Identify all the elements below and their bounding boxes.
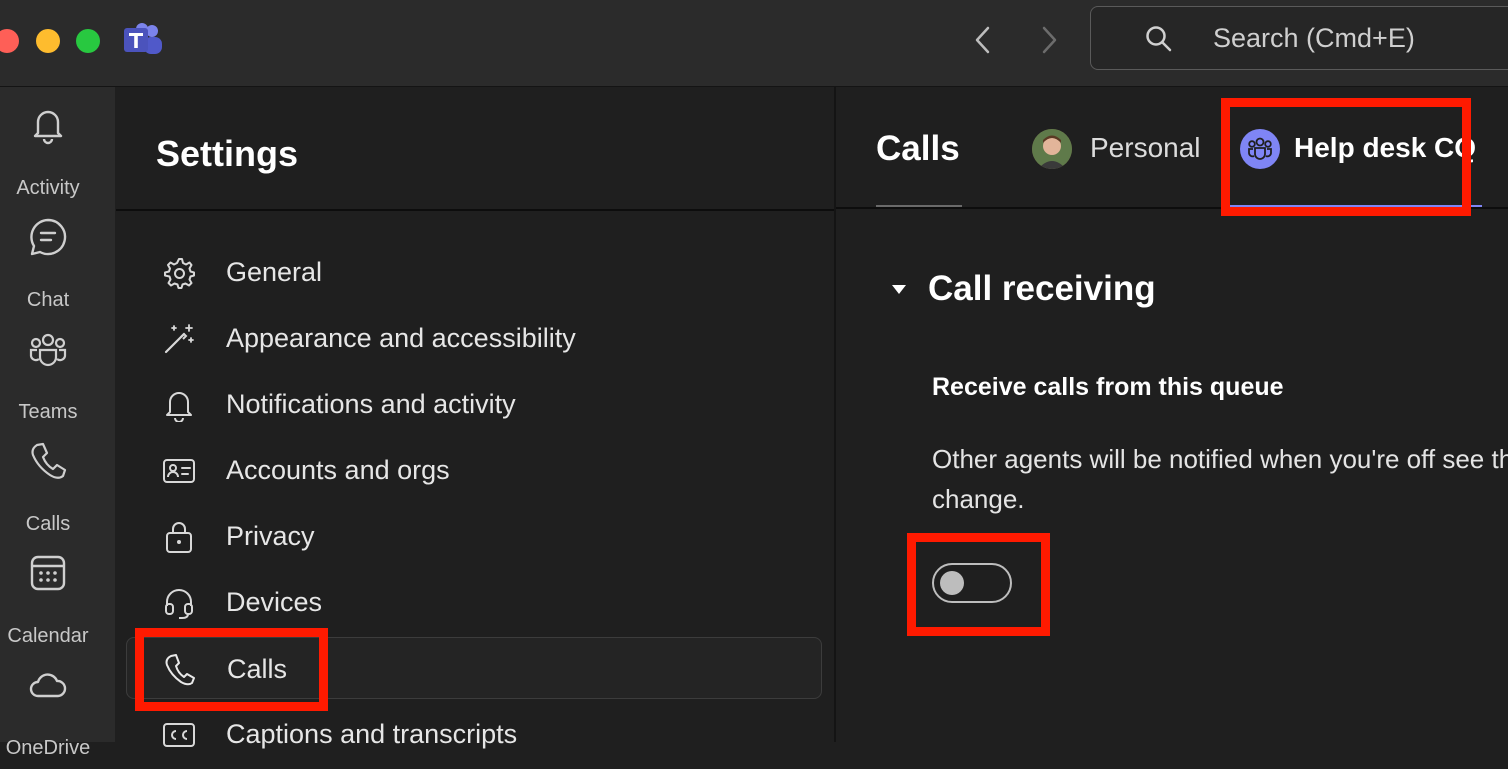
settings-item-label: Notifications and activity <box>226 389 516 419</box>
settings-item-devices[interactable]: Devices <box>126 571 822 633</box>
bell-icon <box>162 388 196 422</box>
id-card-icon <box>162 454 196 488</box>
rail-item-chat[interactable]: Chat <box>0 217 96 321</box>
back-arrow-icon[interactable] <box>970 24 996 56</box>
settings-item-appearance[interactable]: Appearance and accessibility <box>126 307 822 369</box>
rail-label: Activity <box>16 177 80 199</box>
rail-item-calls[interactable]: Calls <box>0 441 96 545</box>
search-placeholder: Search (Cmd+E) <box>1213 23 1415 53</box>
cc-icon <box>162 718 196 752</box>
section-title[interactable]: Call receiving <box>928 269 1156 309</box>
settings-item-accounts[interactable]: Accounts and orgs <box>126 439 822 501</box>
highlight-box-help-desk-tab <box>1221 98 1471 216</box>
rail-label: OneDrive <box>5 737 91 759</box>
search-icon <box>1145 25 1173 53</box>
rail-label: Chat <box>26 289 70 311</box>
rail-label: Teams <box>18 401 78 423</box>
bell-icon <box>28 105 68 145</box>
rail-label: Calls <box>25 513 71 535</box>
close-window-button[interactable] <box>0 29 19 53</box>
teams-logo-icon <box>120 22 164 60</box>
settings-item-privacy[interactable]: Privacy <box>126 505 822 567</box>
forward-arrow-icon[interactable] <box>1036 24 1062 56</box>
avatar <box>1032 129 1072 169</box>
highlight-box-calls-menu <box>135 628 328 711</box>
setting-description: Other agents will be notified when you'r… <box>932 444 1508 514</box>
settings-header: Settings <box>116 87 834 211</box>
teams-icon <box>28 329 68 369</box>
rail-item-teams[interactable]: Teams <box>0 329 96 433</box>
phone-icon <box>28 441 68 481</box>
app-rail: Activity Chat Teams Calls Calendar OneDr… <box>0 87 115 759</box>
lock-icon <box>162 520 196 554</box>
rail-item-onedrive[interactable]: OneDrive <box>0 665 96 769</box>
maximize-window-button[interactable] <box>76 29 100 53</box>
settings-item-label: Captions and transcripts <box>226 719 518 749</box>
settings-item-label: Appearance and accessibility <box>226 323 576 353</box>
highlight-box-toggle <box>907 533 1050 636</box>
rail-item-activity[interactable]: Activity <box>0 105 96 209</box>
settings-item-label: General <box>226 257 323 287</box>
chat-icon <box>28 217 68 257</box>
calendar-icon <box>28 553 68 593</box>
settings-item-captions[interactable]: Captions and transcripts <box>126 703 822 765</box>
cloud-icon <box>28 665 68 705</box>
magic-wand-icon <box>162 322 196 356</box>
settings-item-notifications[interactable]: Notifications and activity <box>126 373 822 435</box>
minimize-window-button[interactable] <box>36 29 60 53</box>
settings-item-general[interactable]: General <box>126 241 822 303</box>
rail-label: Calendar <box>7 625 89 647</box>
headset-icon <box>162 586 196 620</box>
search-input[interactable]: Search (Cmd+E) <box>1090 6 1508 70</box>
setting-title: Receive calls from this queue <box>932 373 1284 401</box>
settings-title: Settings <box>156 133 299 174</box>
rail-item-calendar[interactable]: Calendar <box>0 553 96 657</box>
calls-page-title[interactable]: Calls <box>876 129 960 169</box>
caret-down-icon[interactable] <box>892 285 906 295</box>
gear-icon <box>162 256 196 290</box>
settings-item-label: Accounts and orgs <box>226 455 450 485</box>
title-bar: Search (Cmd+E) <box>0 0 1508 87</box>
settings-item-label: Privacy <box>226 521 315 551</box>
tab-personal[interactable]: Personal <box>1090 132 1201 164</box>
settings-item-label: Devices <box>226 587 323 617</box>
